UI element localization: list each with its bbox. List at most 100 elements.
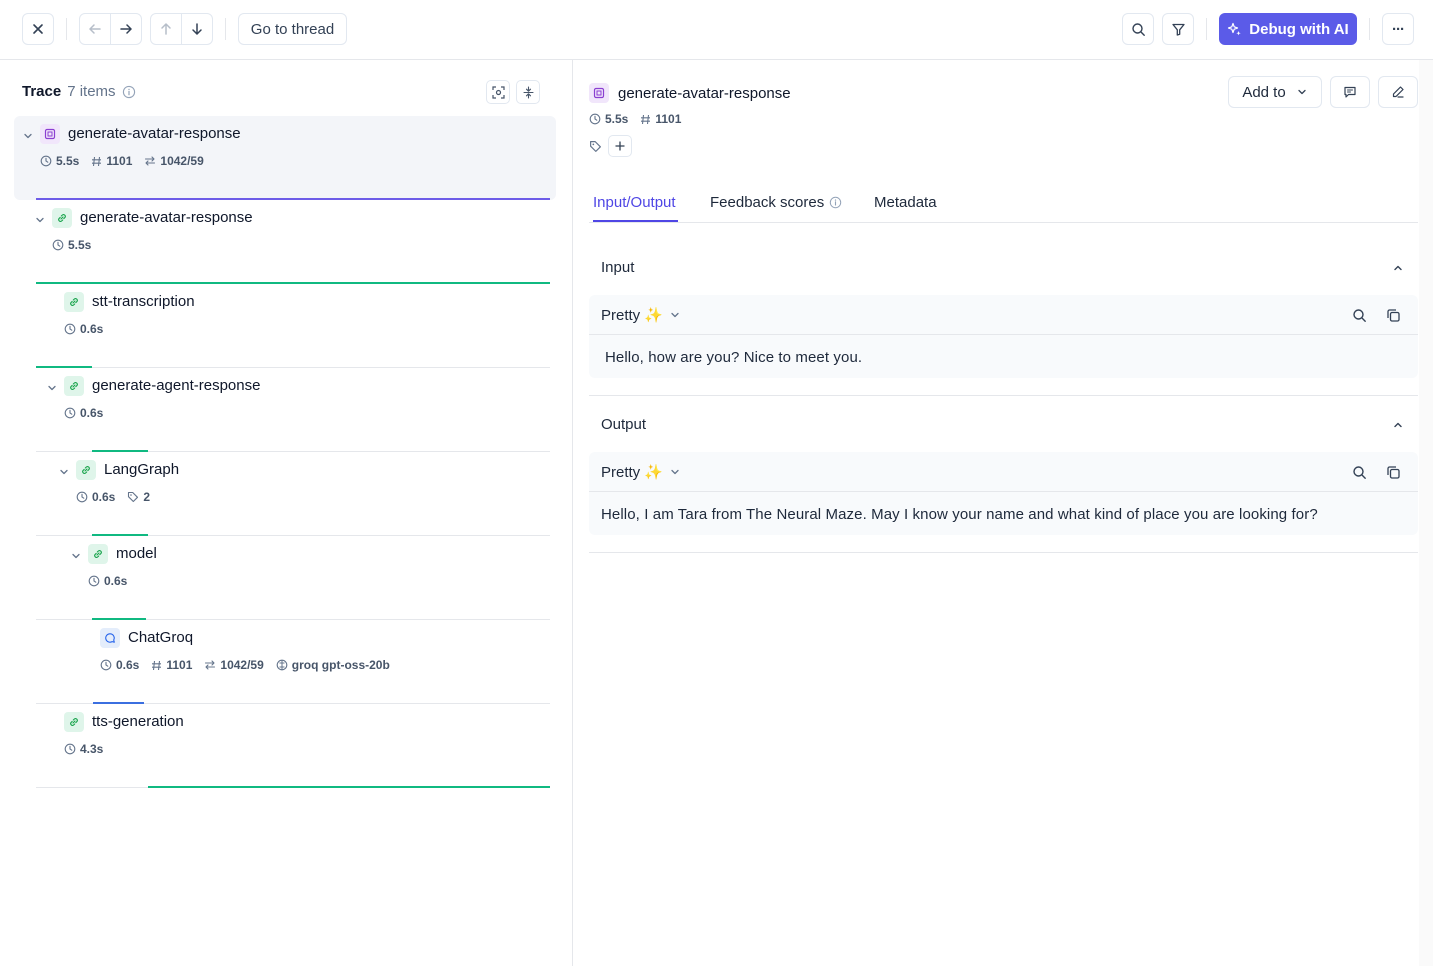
arrow-up-icon bbox=[161, 23, 171, 35]
clock-icon bbox=[64, 743, 76, 755]
search-button[interactable] bbox=[1122, 13, 1154, 45]
chevron-down-icon[interactable] bbox=[70, 550, 82, 562]
output-section: Output Pretty ✨ Hello, I am Tara from Th… bbox=[589, 416, 1418, 536]
hash-icon bbox=[92, 156, 102, 166]
next-button[interactable] bbox=[110, 14, 141, 44]
move-down-button[interactable] bbox=[181, 14, 212, 44]
tree-node-span[interactable]: generate-avatar-response 5.5s bbox=[14, 200, 556, 284]
node-meta: 0.6s 2 bbox=[76, 490, 150, 504]
info-icon bbox=[830, 196, 842, 209]
clock-icon bbox=[64, 407, 76, 419]
clock-icon bbox=[76, 491, 88, 503]
copy-icon[interactable] bbox=[1386, 465, 1401, 480]
span-type-icon bbox=[64, 712, 84, 732]
tree-node-span[interactable]: generate-agent-response 0.6s bbox=[14, 368, 556, 452]
chevron-down-icon[interactable] bbox=[46, 382, 58, 394]
add-tag-button[interactable] bbox=[608, 135, 632, 157]
comment-button[interactable] bbox=[1330, 76, 1370, 108]
output-format-select[interactable]: Pretty ✨ bbox=[601, 463, 681, 481]
input-code-toolbar: Pretty ✨ bbox=[589, 295, 1418, 335]
search-icon[interactable] bbox=[1352, 465, 1367, 480]
tab-input-output[interactable]: Input/Output bbox=[593, 194, 676, 211]
tree-node-span[interactable]: tts-generation 4.3s bbox=[14, 704, 556, 788]
more-options-button[interactable]: ··· bbox=[1382, 13, 1414, 45]
chevron-down-icon[interactable] bbox=[22, 130, 34, 142]
model-icon bbox=[276, 659, 288, 671]
format-label: Pretty ✨ bbox=[601, 307, 664, 324]
tab-metadata[interactable]: Metadata bbox=[874, 194, 937, 211]
edit-button[interactable] bbox=[1378, 76, 1418, 108]
tree-node-span[interactable]: model 0.6s bbox=[14, 536, 556, 620]
detail-meta: 5.5s 1101 bbox=[589, 112, 681, 126]
node-name: stt-transcription bbox=[92, 293, 195, 310]
input-heading[interactable]: Input bbox=[601, 259, 634, 276]
tree-node-span[interactable]: stt-transcription 0.6s bbox=[14, 284, 556, 368]
node-duration: 0.6s bbox=[92, 490, 116, 504]
node-tokens: 1101 bbox=[106, 154, 133, 168]
node-name: ChatGroq bbox=[128, 629, 194, 646]
node-meta: 0.6s bbox=[64, 322, 103, 336]
scrollbar-track[interactable] bbox=[1419, 60, 1433, 966]
chevron-up-icon[interactable] bbox=[1392, 262, 1404, 274]
span-type-icon bbox=[52, 208, 72, 228]
detail-panel: generate-avatar-response 5.5s 1101 Add t… bbox=[573, 60, 1433, 966]
chevron-up-icon[interactable] bbox=[1392, 419, 1404, 431]
timeline-bar bbox=[148, 786, 550, 788]
focus-button[interactable] bbox=[486, 80, 510, 104]
sparkles-icon bbox=[1228, 22, 1241, 35]
span-type-icon bbox=[64, 376, 84, 396]
chevron-down-icon bbox=[671, 469, 679, 475]
input-format-select[interactable]: Pretty ✨ bbox=[601, 306, 681, 324]
prev-next-group bbox=[79, 13, 142, 45]
go-to-thread-button[interactable]: Go to thread bbox=[238, 13, 347, 45]
node-name: tts-generation bbox=[92, 713, 184, 730]
node-duration: 0.6s bbox=[80, 322, 104, 336]
node-meta: 4.3s bbox=[64, 742, 103, 756]
tab-feedback-scores[interactable]: Feedback scores bbox=[710, 194, 842, 211]
go-to-thread-label: Go to thread bbox=[250, 20, 335, 38]
close-button[interactable] bbox=[22, 13, 54, 45]
add-to-dropdown[interactable]: Add to bbox=[1228, 76, 1322, 108]
output-heading[interactable]: Output bbox=[601, 416, 646, 433]
detail-tabs: Input/Output Feedback scores Metadata bbox=[589, 190, 1418, 223]
clock-icon bbox=[40, 155, 52, 167]
swap-icon bbox=[205, 660, 216, 670]
copy-icon[interactable] bbox=[1386, 308, 1401, 323]
search-icon bbox=[1131, 22, 1145, 36]
node-name: generate-avatar-response bbox=[80, 209, 253, 226]
output-code-toolbar: Pretty ✨ bbox=[589, 452, 1418, 492]
node-name: model bbox=[116, 545, 157, 562]
collapse-icon bbox=[522, 85, 534, 99]
tree-node-llm[interactable]: ChatGroq 0.6s 1101 1042/59 groq gpt-oss-… bbox=[14, 620, 556, 704]
node-io-tokens: 1042/59 bbox=[160, 154, 204, 168]
detail-duration: 5.5s bbox=[605, 112, 629, 126]
previous-button[interactable] bbox=[80, 14, 110, 44]
node-name: LangGraph bbox=[104, 461, 180, 478]
chevron-down-icon[interactable] bbox=[34, 214, 46, 226]
node-model: groq gpt-oss-20b bbox=[291, 658, 390, 672]
detail-title: generate-avatar-response bbox=[618, 84, 791, 102]
clock-icon bbox=[100, 659, 112, 671]
arrow-left-icon bbox=[89, 24, 101, 34]
collapse-all-button[interactable] bbox=[516, 80, 540, 104]
tree-node-span[interactable]: LangGraph 0.6s 2 bbox=[14, 452, 556, 536]
detail-header: generate-avatar-response bbox=[589, 83, 791, 103]
output-text: Hello, I am Tara from The Neural Maze. M… bbox=[601, 506, 1318, 523]
output-code-box: Pretty ✨ Hello, I am Tara from The Neura… bbox=[589, 452, 1418, 535]
up-down-group bbox=[150, 13, 213, 45]
debug-with-ai-button[interactable]: Debug with AI bbox=[1219, 13, 1357, 45]
node-meta: 0.6s bbox=[64, 406, 103, 420]
focus-icon bbox=[491, 85, 505, 99]
tree-node-trace-root[interactable]: generate-avatar-response 5.5s 1101 1042/… bbox=[14, 116, 556, 200]
search-icon[interactable] bbox=[1352, 308, 1367, 323]
detail-tokens: 1101 bbox=[655, 112, 682, 126]
info-icon bbox=[122, 85, 135, 98]
input-section: Input Pretty ✨ Hello, how are you? Nice … bbox=[589, 259, 1418, 379]
filter-button[interactable] bbox=[1162, 13, 1194, 45]
chevron-down-icon bbox=[671, 312, 679, 318]
chevron-down-icon[interactable] bbox=[58, 466, 70, 478]
comment-icon bbox=[1344, 86, 1356, 98]
tag-icon bbox=[128, 491, 139, 503]
close-icon bbox=[33, 24, 43, 34]
move-up-button[interactable] bbox=[151, 14, 181, 44]
